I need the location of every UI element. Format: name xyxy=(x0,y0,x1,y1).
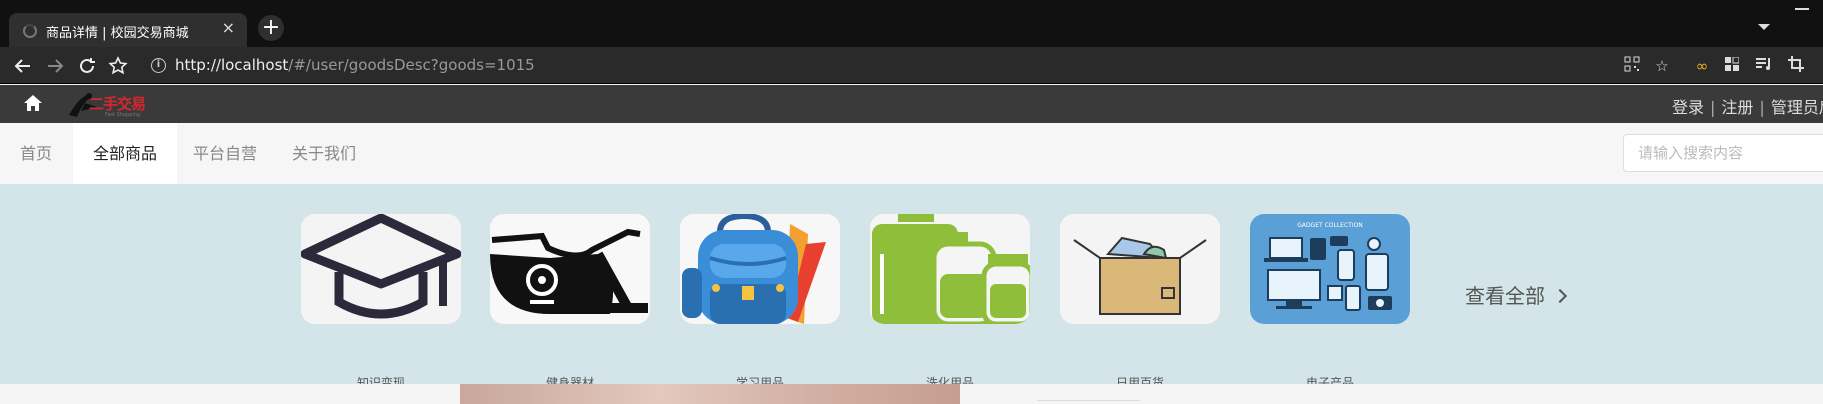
login-link[interactable]: 登录 xyxy=(1672,98,1704,117)
forward-arrow-icon[interactable] xyxy=(44,55,66,77)
address-path: /#/user/goodsDesc?goods=1015 xyxy=(288,56,535,74)
backpack-icon xyxy=(680,214,840,324)
chevron-right-icon xyxy=(1552,288,1568,304)
search-input[interactable] xyxy=(1624,135,1823,171)
site-info-icon[interactable]: i xyxy=(151,58,166,73)
auth-links: 登录 | 注册 | 管理员后 xyxy=(1672,94,1823,118)
browser-tabstrip: 商品详情 | 校园交易商城 × + xyxy=(0,0,1823,47)
category-toiletries[interactable]: 洗化用品 xyxy=(870,214,1030,390)
category-study[interactable]: 学习用品 xyxy=(680,214,840,390)
back-arrow-icon[interactable] xyxy=(12,55,34,77)
category-daily-goods[interactable]: 日用百货 xyxy=(1060,214,1220,390)
auth-separator: | xyxy=(1710,98,1716,117)
nav-item-self-operated[interactable]: 平台自营 xyxy=(173,123,277,184)
reading-list-icon[interactable] xyxy=(1754,56,1774,76)
category-fitness[interactable]: 健身器材 xyxy=(490,214,650,390)
browser-toolbar: i http://localhost/#/user/goodsDesc?good… xyxy=(0,47,1823,84)
nav-item-about[interactable]: 关于我们 xyxy=(272,123,376,184)
search-box xyxy=(1623,134,1823,172)
extension-infinity-icon[interactable]: ∞ xyxy=(1692,56,1712,76)
product-area xyxy=(0,384,1823,404)
nav-item-all-goods[interactable]: 全部商品 xyxy=(73,123,178,184)
bookmark-star-icon[interactable] xyxy=(107,55,129,77)
browser-tab[interactable]: 商品详情 | 校园交易商城 × xyxy=(9,13,247,47)
gadgets-icon: GADGET COLLECTION xyxy=(1250,214,1410,324)
category-knowledge[interactable]: 知识变现 xyxy=(301,214,461,390)
qr-code-icon[interactable] xyxy=(1622,56,1642,76)
gadget-caption: GADGET COLLECTION xyxy=(1297,222,1363,229)
category-electronics[interactable]: GADGET COLLECTION 电子产品 xyxy=(1250,214,1410,390)
category-band: 知识变现 健身器材 学习用品 洗化用品 日用百货 GADGET COLLECTI… xyxy=(0,184,1823,390)
site-logo[interactable]: 二手交易 Fast Shopping xyxy=(67,91,155,119)
bottles-icon xyxy=(870,214,1030,324)
window-minimize-icon[interactable] xyxy=(1795,8,1809,10)
extension-grid-icon[interactable] xyxy=(1722,56,1742,76)
loading-favicon-icon xyxy=(23,24,37,38)
logo-subtext: Fast Shopping xyxy=(105,112,141,118)
product-info-divider xyxy=(1037,400,1140,401)
view-all-label: 查看全部 xyxy=(1465,284,1545,308)
product-image xyxy=(460,384,960,404)
graduation-cap-icon xyxy=(301,214,461,324)
address-bar[interactable]: http://localhost/#/user/goodsDesc?goods=… xyxy=(175,56,535,74)
main-nav: 首页 全部商品 平台自营 关于我们 xyxy=(0,123,1823,184)
register-link[interactable]: 注册 xyxy=(1721,98,1753,117)
exercise-bike-icon xyxy=(490,214,650,324)
admin-link[interactable]: 管理员后 xyxy=(1771,98,1823,117)
crop-screenshot-icon[interactable] xyxy=(1786,56,1806,76)
home-icon[interactable] xyxy=(23,93,43,113)
bookmark-page-star-icon[interactable]: ☆ xyxy=(1652,56,1672,76)
tab-search-chevron-icon[interactable] xyxy=(1758,24,1770,30)
tab-title: 商品详情 | 校园交易商城 xyxy=(46,26,189,41)
site-header: 二手交易 Fast Shopping 登录 | 注册 | 管理员后 xyxy=(0,85,1823,123)
box-icon xyxy=(1060,214,1220,324)
reload-icon[interactable] xyxy=(76,55,98,77)
new-tab-button[interactable]: + xyxy=(258,15,284,41)
address-host: http://localhost xyxy=(175,56,289,74)
view-all-link[interactable]: 查看全部 xyxy=(1465,280,1568,309)
tab-close-icon[interactable]: × xyxy=(222,20,235,36)
auth-separator: | xyxy=(1759,98,1765,117)
logo-text: 二手交易 xyxy=(89,95,146,113)
nav-item-home[interactable]: 首页 xyxy=(0,123,72,184)
